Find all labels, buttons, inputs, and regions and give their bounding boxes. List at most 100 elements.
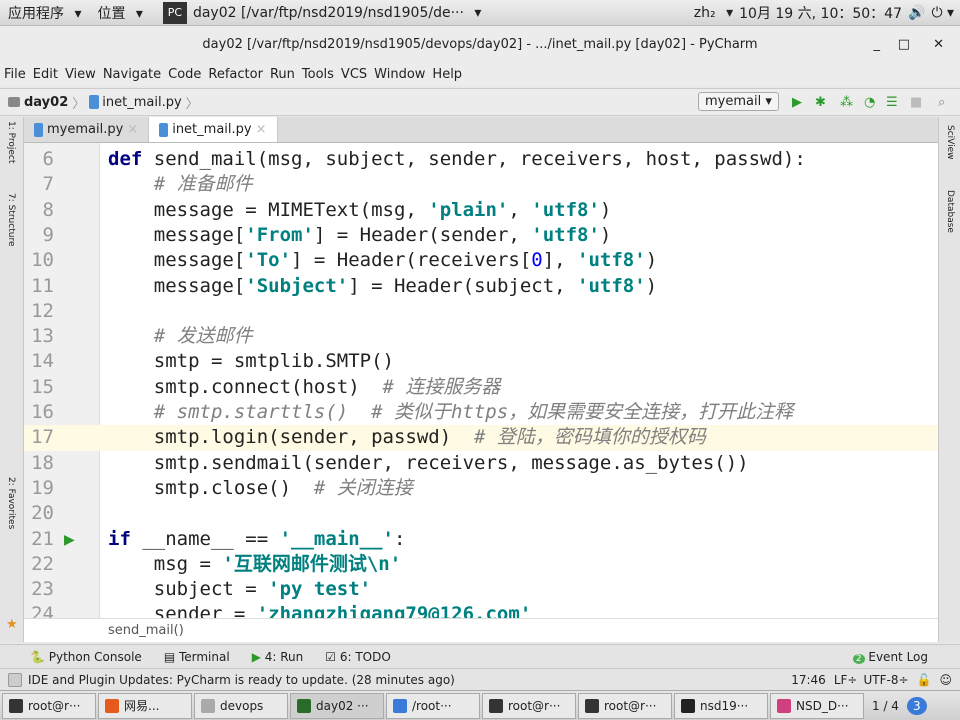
- lock-icon[interactable]: 🔓: [917, 673, 932, 687]
- terminal-button[interactable]: ▤ Terminal: [164, 650, 230, 664]
- code-token: ] = Header(subject,: [348, 274, 578, 297]
- code-text: message['To'] = Header(receivers[0], 'ut…: [108, 248, 657, 273]
- power-icon[interactable]: ⏻ ▾: [931, 5, 954, 21]
- menu-edit[interactable]: Edit: [33, 67, 58, 82]
- menu-run[interactable]: Run: [270, 67, 295, 82]
- code-token: 'From': [245, 223, 314, 246]
- system-top-bar: 应用程序 ▾ 位置 ▾ PC day02 [/var/ftp/nsd2019/n…: [0, 0, 960, 26]
- code-token: ): [645, 274, 658, 297]
- minimize-button[interactable]: _: [874, 37, 881, 52]
- app-icon: [681, 698, 695, 713]
- code-line[interactable]: 9 message['From'] = Header(sender, 'utf8…: [24, 223, 938, 248]
- code-line[interactable]: 18 smtp.sendmail(sender, receivers, mess…: [24, 451, 938, 476]
- sciview-tool-tab[interactable]: SciView: [945, 125, 955, 160]
- python-console-button[interactable]: 🐍 Python Console: [30, 650, 142, 664]
- close-button[interactable]: ✕: [933, 37, 944, 52]
- menu-refactor[interactable]: Refactor: [208, 67, 263, 82]
- breadcrumb-project[interactable]: day02: [24, 95, 68, 110]
- code-token: 'py test': [268, 578, 372, 601]
- notification-badge[interactable]: 3: [906, 696, 927, 715]
- code-line[interactable]: 6 def send_mail(msg, subject, sender, rec…: [24, 147, 938, 172]
- breadcrumb-file[interactable]: inet_mail.py: [102, 95, 181, 110]
- code-line[interactable]: 7 # 准备邮件: [24, 172, 938, 197]
- volume-icon[interactable]: 🔊: [908, 5, 925, 21]
- code-line[interactable]: 14 smtp = smtplib.SMTP(): [24, 349, 938, 374]
- code-text: smtp.connect(host) # 连接服务器: [108, 375, 501, 400]
- taskbar-item[interactable]: root@r···: [578, 692, 672, 719]
- taskbar-item[interactable]: root@r···: [2, 692, 96, 719]
- code-line[interactable]: 11 message['Subject'] = Header(subject, …: [24, 274, 938, 299]
- run-tool-button[interactable]: ▶ 4: Run: [252, 650, 304, 664]
- run-gutter-icon[interactable]: ▶: [64, 532, 75, 548]
- taskbar-item[interactable]: devops: [194, 692, 288, 719]
- run-config-select[interactable]: myemail ▾: [698, 92, 779, 111]
- database-tool-tab[interactable]: Database: [945, 190, 955, 233]
- menu-window[interactable]: Window: [374, 67, 425, 82]
- run-icon[interactable]: ▶: [792, 95, 802, 110]
- window-title: day02 [/var/ftp/nsd2019/nsd1905/devops/d…: [202, 36, 758, 52]
- clock[interactable]: 10月 19 六, 10：50：47: [739, 3, 902, 23]
- workspace-switcher[interactable]: 1 / 4: [872, 699, 899, 713]
- project-tool-tab[interactable]: 1: Project: [6, 121, 16, 163]
- line-separator[interactable]: LF÷: [834, 673, 858, 687]
- tab-myemail[interactable]: myemail.py ×: [24, 117, 150, 142]
- code-line[interactable]: 8 message = MIMEText(msg, 'plain', 'utf8…: [24, 198, 938, 223]
- inspector-icon[interactable]: ☺: [939, 673, 952, 687]
- code-line[interactable]: 20: [24, 501, 938, 526]
- taskbar-item[interactable]: 网易...: [98, 692, 192, 719]
- code-line[interactable]: 23 subject = 'py test': [24, 577, 938, 602]
- code-editor[interactable]: 6 def send_mail(msg, subject, sender, rec…: [24, 143, 938, 618]
- code-line[interactable]: 21 if __name__ == '__main__':: [24, 527, 938, 552]
- menu-code[interactable]: Code: [168, 67, 201, 82]
- active-window-menu[interactable]: day02 [/var/ftp/nsd2019/nsd1905/de··· ▾: [193, 5, 481, 21]
- code-line[interactable]: 19 smtp.close() # 关闭连接: [24, 476, 938, 501]
- menu-view[interactable]: View: [65, 67, 96, 82]
- file-encoding[interactable]: UTF-8÷: [863, 673, 908, 687]
- status-message[interactable]: IDE and Plugin Updates: PyCharm is ready…: [28, 673, 455, 687]
- profile-icon[interactable]: ◔: [864, 95, 875, 110]
- code-line[interactable]: 17 smtp.login(sender, passwd) # 登陆，密码填你的…: [24, 425, 938, 451]
- taskbar-item[interactable]: day02 ···: [290, 692, 384, 719]
- event-log-label: Event Log: [868, 649, 928, 664]
- code-text: def send_mail(msg, subject, sender, rece…: [108, 147, 806, 172]
- code-line[interactable]: 15 smtp.connect(host) # 连接服务器: [24, 375, 938, 400]
- menu-file[interactable]: File: [4, 67, 26, 82]
- tab-inet-mail[interactable]: inet_mail.py ×: [149, 117, 278, 142]
- code-breadcrumb[interactable]: send_mail(): [24, 618, 938, 642]
- input-method[interactable]: zh₂ ▾: [694, 5, 733, 21]
- concurrency-icon[interactable]: ☰: [886, 95, 898, 110]
- taskbar-item[interactable]: NSD_D···: [770, 692, 864, 719]
- coverage-icon[interactable]: ⁂: [840, 95, 853, 110]
- menu-help[interactable]: Help: [432, 67, 462, 82]
- close-tab-icon[interactable]: ×: [256, 122, 267, 137]
- apps-menu[interactable]: 应用程序 ▾: [8, 3, 81, 23]
- code-line[interactable]: 22 msg = '互联网邮件测试\n': [24, 552, 938, 577]
- todo-label: 6: TODO: [339, 649, 391, 664]
- caret-position[interactable]: 17:46: [791, 673, 826, 687]
- taskbar-item[interactable]: root@r···: [482, 692, 576, 719]
- close-tab-icon[interactable]: ×: [127, 122, 138, 137]
- menu-tools[interactable]: Tools: [302, 67, 334, 82]
- taskbar-item[interactable]: nsd19···: [674, 692, 768, 719]
- todo-button[interactable]: ☑ 6: TODO: [325, 650, 391, 664]
- code-line[interactable]: 12: [24, 299, 938, 324]
- menu-navigate[interactable]: Navigate: [103, 67, 161, 82]
- taskbar-item[interactable]: /root···: [386, 692, 480, 719]
- notification-icon[interactable]: [8, 672, 22, 687]
- code-token: # 关闭连接: [313, 476, 413, 499]
- structure-tool-tab[interactable]: 7: Structure: [6, 193, 16, 247]
- menu-vcs[interactable]: VCS: [341, 67, 367, 82]
- code-line[interactable]: 24 sender = 'zhangzhigang79@126.com': [24, 602, 938, 618]
- favorites-tool-tab[interactable]: 2: Favorites: [6, 477, 16, 529]
- maximize-button[interactable]: □: [898, 37, 910, 52]
- stop-icon[interactable]: ■: [910, 95, 922, 110]
- places-menu[interactable]: 位置 ▾: [97, 3, 142, 23]
- line-number: 9: [42, 223, 54, 246]
- code-line[interactable]: 10 message['To'] = Header(receivers[0], …: [24, 248, 938, 273]
- code-line[interactable]: 13 # 发送邮件: [24, 324, 938, 349]
- taskbar-item-label: nsd19···: [700, 698, 749, 713]
- search-icon[interactable]: ⌕: [938, 95, 945, 110]
- event-log-button[interactable]: 2 Event Log: [852, 649, 928, 664]
- code-line[interactable]: 16 # smtp.starttls() # 类似于https，如果需要安全连接…: [24, 400, 938, 425]
- debug-icon[interactable]: ✱: [815, 95, 826, 110]
